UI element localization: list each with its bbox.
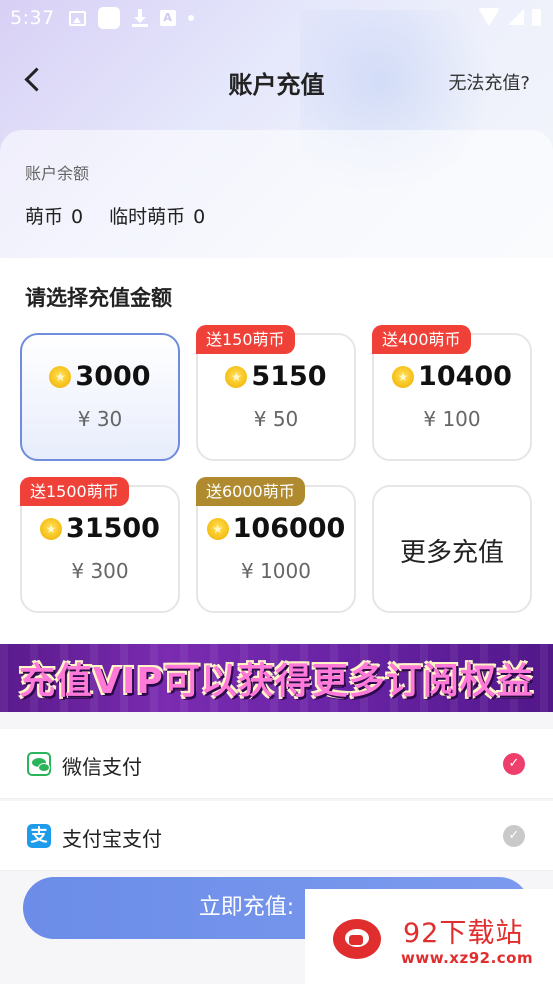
package-price: ¥ 100 <box>423 407 481 431</box>
coin-icon <box>40 517 63 540</box>
recharge-button-label: 立即充值: <box>198 895 295 920</box>
cannot-recharge-link[interactable]: 无法充值? <box>448 69 530 95</box>
battery-icon <box>532 8 541 26</box>
recharge-options-panel: 请选择充值金额 3000 ¥ 30 送150萌币 5150 ¥ 50 送400萌… <box>0 258 553 642</box>
package-coins: 10400 <box>418 361 512 392</box>
status-time: 5:37 <box>10 7 55 29</box>
watermark-url: www.xz92.com <box>401 949 534 967</box>
site-watermark: 92下载站 www.xz92.com <box>305 889 553 984</box>
back-arrow-icon[interactable] <box>20 63 54 97</box>
bonus-badge: 送6000萌币 <box>196 477 305 506</box>
package-option-3000[interactable]: 3000 ¥ 30 <box>20 333 180 461</box>
coin-icon <box>225 365 248 388</box>
font-notification-icon: A <box>159 10 176 26</box>
vip-promo-banner[interactable]: 充值VIP可以获得更多订阅权益 <box>0 644 553 712</box>
more-recharge-label: 更多充值 <box>399 538 504 568</box>
balance-card: 账户余额 萌币 0 临时萌币 0 <box>0 130 553 260</box>
wifi-icon <box>478 8 500 26</box>
temp-coin-balance: 临时萌币 0 <box>109 206 206 228</box>
watermark-title: 92下载站 <box>403 918 524 949</box>
package-coins: 106000 <box>232 513 346 544</box>
coin-icon <box>206 517 229 540</box>
gamepad-logo-icon <box>329 911 391 965</box>
selected-check-icon: ✓ <box>503 753 525 775</box>
package-price: ¥ 50 <box>253 407 299 431</box>
package-option-106000[interactable]: 送6000萌币 106000 ¥ 1000 <box>196 477 356 613</box>
image-notification-icon <box>68 10 86 26</box>
coin-balance: 萌币 0 <box>25 206 84 228</box>
package-price: ¥ 30 <box>77 407 123 431</box>
app-notification-icon <box>97 7 120 29</box>
coin-icon <box>49 365 72 388</box>
wechat-pay-icon <box>27 752 51 776</box>
cell-signal-icon <box>508 9 524 25</box>
package-option-31500[interactable]: 送1500萌币 31500 ¥ 300 <box>20 477 180 613</box>
coin-icon <box>392 365 415 388</box>
status-indicators <box>478 8 541 26</box>
payment-label: 微信支付 <box>62 755 142 779</box>
vip-banner-text: 充值VIP可以获得更多订阅权益 <box>19 661 534 702</box>
balance-values: 萌币 0 临时萌币 0 <box>25 202 205 229</box>
package-price: ¥ 300 <box>71 559 129 583</box>
status-bar: 5:37 A <box>0 0 553 36</box>
bonus-badge: 送400萌币 <box>372 325 471 354</box>
package-coins: 31500 <box>66 513 160 544</box>
select-amount-title: 请选择充值金额 <box>25 286 172 310</box>
more-recharge-option[interactable]: 更多充值 <box>372 485 532 613</box>
download-icon <box>131 9 148 27</box>
unselected-check-icon: ✓ <box>503 825 525 847</box>
more-notifications-dot-icon <box>187 15 194 21</box>
package-option-5150[interactable]: 送150萌币 5150 ¥ 50 <box>196 325 356 461</box>
top-app-bar: 账户充值 无法充值? <box>0 55 553 105</box>
payment-option-wechat[interactable]: 微信支付 ✓ <box>0 729 553 799</box>
alipay-icon: 支 <box>27 824 51 848</box>
balance-label: 账户余额 <box>25 164 90 183</box>
package-coins: 3000 <box>75 361 151 392</box>
payment-label: 支付宝支付 <box>62 827 162 851</box>
package-option-10400[interactable]: 送400萌币 10400 ¥ 100 <box>372 325 532 461</box>
package-price: ¥ 1000 <box>241 559 311 583</box>
bonus-badge: 送1500萌币 <box>20 477 129 506</box>
payment-option-alipay[interactable]: 支 支付宝支付 ✓ <box>0 801 553 871</box>
bonus-badge: 送150萌币 <box>196 325 295 354</box>
package-coins: 5150 <box>251 361 327 392</box>
